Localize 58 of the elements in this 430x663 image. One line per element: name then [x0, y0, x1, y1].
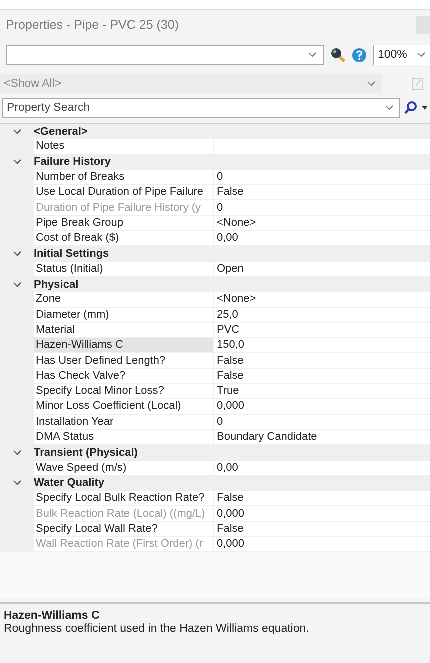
- property-value[interactable]: 150,0: [214, 338, 430, 354]
- property-value[interactable]: PVC: [214, 322, 430, 338]
- description-text: Roughness coefficient used in the Hazen Williams equation.: [4, 623, 310, 635]
- property-name[interactable]: Specify Local Wall Rate?: [34, 522, 214, 538]
- window-title: Properties - Pipe - PVC 25 (30): [6, 18, 179, 32]
- property-value[interactable]: Boundary Candidate: [214, 430, 430, 446]
- chevron-icon[interactable]: [12, 251, 22, 258]
- property-value[interactable]: <None>: [214, 292, 430, 308]
- property-name[interactable]: Hazen-Williams C: [34, 338, 214, 354]
- property-value[interactable]: 0,00: [214, 231, 430, 246]
- property-name[interactable]: Pipe Break Group: [34, 216, 214, 232]
- category-header: Water Quality: [34, 477, 104, 490]
- property-value[interactable]: 0,000: [214, 399, 430, 415]
- property-name[interactable]: Specify Local Minor Loss?: [34, 384, 214, 400]
- property-value[interactable]: Open: [214, 262, 430, 277]
- property-name[interactable]: Notes: [34, 139, 214, 155]
- property-value[interactable]: False: [214, 368, 430, 384]
- property-value[interactable]: True: [214, 384, 430, 400]
- property-name[interactable]: Installation Year: [34, 414, 214, 430]
- property-name[interactable]: Status (Initial): [34, 262, 214, 277]
- chevron-icon[interactable]: [12, 450, 22, 456]
- chevron-icon[interactable]: [12, 480, 22, 486]
- property-value[interactable]: False: [214, 185, 430, 200]
- category-header: Physical: [34, 278, 79, 291]
- property-value[interactable]: 0: [214, 170, 430, 186]
- property-name[interactable]: Specify Local Bulk Reaction Rate?: [34, 491, 214, 506]
- caret-icon[interactable]: [422, 106, 428, 110]
- chevron-icon[interactable]: [12, 128, 22, 135]
- property-value[interactable]: 0,00: [214, 460, 430, 476]
- property-name[interactable]: Cost of Break ($): [34, 231, 214, 246]
- property-value[interactable]: False: [214, 353, 430, 369]
- zoom-dropdown[interactable]: 100%: [373, 45, 430, 65]
- description-title: Hazen-Williams C: [4, 610, 101, 622]
- property-name[interactable]: Zone: [34, 292, 214, 308]
- category-header: Transient (Physical): [34, 446, 138, 459]
- property-name[interactable]: Wave Speed (m/s): [34, 460, 214, 476]
- chevron-icon[interactable]: [12, 282, 22, 288]
- property-name[interactable]: Diameter (mm): [34, 308, 214, 323]
- property-value[interactable]: <None>: [214, 216, 430, 232]
- property-name[interactable]: Minor Loss Coefficient (Local): [34, 399, 214, 415]
- chevron-icon[interactable]: [12, 159, 22, 166]
- property-value[interactable]: 25,0: [214, 308, 430, 323]
- property-value[interactable]: False: [214, 522, 430, 538]
- search-icon[interactable]: [404, 101, 418, 115]
- category-header: <General>: [34, 126, 88, 138]
- property-value[interactable]: False: [214, 491, 430, 506]
- property-value[interactable]: 0: [214, 414, 430, 430]
- help-icon[interactable]: [352, 48, 367, 62]
- property-name[interactable]: Use Local Duration of Pipe Failure: [34, 185, 214, 200]
- property-name[interactable]: Number of Breaks: [34, 170, 214, 186]
- property-name[interactable]: Has Check Valve?: [34, 368, 214, 384]
- property-name[interactable]: DMA Status: [34, 430, 214, 446]
- category-header: Failure History: [34, 156, 112, 168]
- property-name[interactable]: Has User Defined Length?: [34, 353, 214, 369]
- magnifier-icon[interactable]: [330, 47, 346, 63]
- property-name[interactable]: Material: [34, 322, 214, 338]
- search-field[interactable]: Property Search: [2, 98, 400, 118]
- category-header: Initial Settings: [34, 248, 110, 260]
